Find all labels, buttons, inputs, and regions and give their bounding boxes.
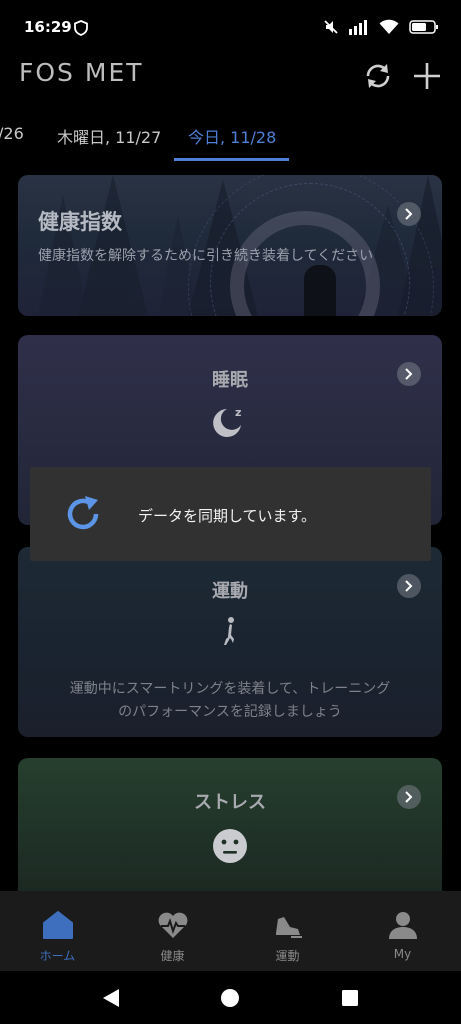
- person-icon: [389, 912, 417, 939]
- sync-message: データを同期しています。: [138, 507, 317, 525]
- heart-pulse-icon: [158, 912, 188, 938]
- sync-progress-dialog: データを同期しています。: [30, 467, 431, 561]
- nav-tab-my[interactable]: My: [345, 891, 460, 971]
- wifi-icon: [379, 19, 399, 34]
- recents-icon[interactable]: [341, 989, 359, 1007]
- status-time: 16:29: [24, 18, 72, 36]
- active-tab-indicator: [174, 158, 289, 161]
- bottom-navigation: ホーム 健康 運動 My: [0, 891, 461, 971]
- tab-date-previous[interactable]: /26: [0, 124, 24, 143]
- refresh-icon: [67, 496, 99, 530]
- sync-icon[interactable]: [362, 60, 394, 92]
- date-tabs: /26 木曜日, 11/27 今日, 11/28: [0, 118, 461, 164]
- mute-icon: [324, 20, 338, 34]
- back-icon[interactable]: [100, 987, 122, 1009]
- health-index-subtitle: 健康指数を解除するために引き続き装着してください: [38, 248, 374, 264]
- stress-card[interactable]: ストレス: [18, 758, 442, 908]
- running-shoe-icon: [276, 917, 302, 938]
- moon-icon: z: [213, 406, 241, 437]
- system-navigation-bar: [0, 971, 461, 1024]
- nav-tab-exercise[interactable]: 運動: [230, 891, 345, 971]
- stress-title: ストレス: [194, 792, 266, 813]
- exercise-card[interactable]: 運動 運動中にスマートリングを装着して、トレーニング のパフォーマンスを記録しま…: [18, 547, 442, 737]
- nav-label: 運動: [275, 949, 300, 963]
- chevron-right-icon[interactable]: [397, 202, 421, 226]
- home-icon: [43, 911, 73, 939]
- neutral-face-icon: [213, 829, 247, 863]
- health-index-card[interactable]: 健康指数 健康指数を解除するために引き続き装着してください: [18, 175, 442, 316]
- exercise-title: 運動: [212, 581, 248, 602]
- nav-tab-health[interactable]: 健康: [115, 891, 230, 971]
- add-icon[interactable]: [411, 60, 443, 92]
- ring-device-graphic: [304, 265, 336, 316]
- tab-date-thursday[interactable]: 木曜日, 11/27: [57, 124, 161, 148]
- health-index-title: 健康指数: [38, 210, 122, 234]
- exercise-description-line2: のパフォーマンスを記録しましょう: [118, 704, 342, 720]
- nav-label: ホーム: [39, 949, 76, 963]
- chevron-right-icon[interactable]: [397, 785, 421, 809]
- chevron-right-icon[interactable]: [397, 362, 421, 386]
- battery-icon: [409, 20, 438, 34]
- nav-label: 健康: [160, 949, 185, 963]
- signal-icon: [349, 20, 367, 35]
- exercise-description-line1: 運動中にスマートリングを装着して、トレーニング: [69, 681, 391, 697]
- sleep-title: 睡眠: [212, 370, 248, 391]
- nav-label: My: [393, 947, 412, 961]
- tab-date-today[interactable]: 今日, 11/28: [188, 124, 276, 148]
- shield-icon: [74, 20, 88, 36]
- running-figure-icon: [224, 617, 234, 645]
- app-logo: FOS MET: [19, 58, 144, 87]
- svg-text:z: z: [235, 406, 241, 419]
- status-bar: 16:29: [0, 0, 461, 56]
- home-circle-icon[interactable]: [220, 988, 240, 1008]
- nav-tab-home[interactable]: ホーム: [0, 891, 115, 971]
- chevron-right-icon[interactable]: [397, 574, 421, 598]
